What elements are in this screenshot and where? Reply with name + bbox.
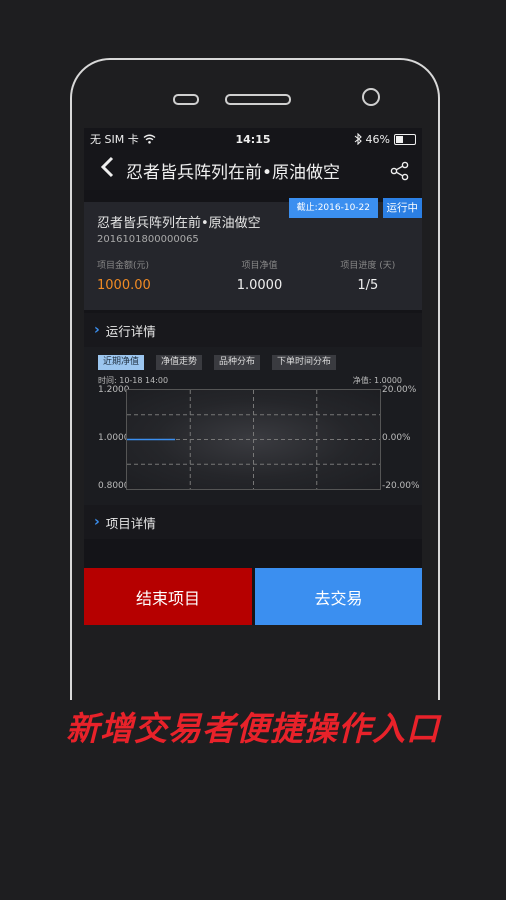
project-metrics: 项目金额(元) 1000.00 项目净值 1.0000 项目进度 (天) 1/5 [84, 258, 422, 293]
battery-icon [394, 133, 416, 145]
y-tick-left: 0.8000 [98, 481, 130, 491]
y-tick-left: 1.2000 [98, 385, 130, 395]
tab-nav-trend[interactable]: 净值走势 [156, 355, 203, 370]
tab-variety-distribution[interactable]: 品种分布 [214, 355, 261, 370]
share-icon[interactable] [390, 161, 410, 185]
metric-nav: 项目净值 1.0000 [205, 258, 313, 293]
tab-order-time-distribution[interactable]: 下单时间分布 [272, 355, 337, 370]
back-chevron-icon[interactable] [94, 156, 120, 184]
project-code: 2016101800000065 [97, 234, 199, 245]
end-project-button[interactable]: 结束项目 [84, 568, 252, 625]
metric-value: 1/5 [357, 278, 379, 293]
app-screen: 无 SIM 卡 14:15 46% 忍者皆兵阵列在前•原油做空 截止:2016-… [84, 128, 422, 625]
nav-chart: 近期净值 净值走势 品种分布 下单时间分布 时间: 10-18 14:00 净值… [84, 347, 422, 505]
phone-camera [362, 88, 380, 106]
metric-label: 项目进度 (天) [340, 261, 396, 271]
chart-svg [127, 390, 380, 489]
section-project-details[interactable]: › 项目详情 [84, 505, 422, 539]
metric-progress: 项目进度 (天) 1/5 [314, 258, 422, 293]
y-tick-right: -20.00% [382, 481, 420, 491]
project-card[interactable]: 截止:2016-10-22 运行中 忍者皆兵阵列在前•原油做空 20161018… [84, 198, 422, 310]
status-bar: 无 SIM 卡 14:15 46% [84, 128, 422, 150]
nav-bar: 忍者皆兵阵列在前•原油做空 [84, 150, 422, 190]
y-tick-left: 1.0000 [98, 433, 130, 443]
section-run-details[interactable]: › 运行详情 [84, 313, 422, 347]
phone-sensor [173, 94, 199, 105]
metric-value: 1000.00 [97, 278, 151, 293]
section-label: 项目详情 [105, 515, 156, 531]
chevron-right-icon: › [94, 514, 100, 530]
y-tick-right: 20.00% [382, 385, 417, 395]
deadline-badge: 截止:2016-10-22 [288, 198, 378, 218]
tab-recent-nav[interactable]: 近期净值 [98, 355, 145, 370]
action-bar: 结束项目 去交易 [84, 568, 422, 625]
metric-label: 项目金额(元) [97, 261, 150, 271]
y-tick-right: 0.00% [382, 433, 411, 443]
section-label: 运行详情 [105, 323, 156, 339]
chevron-right-icon: › [94, 322, 100, 338]
status-time: 14:15 [235, 132, 271, 146]
promo-caption: 新增交易者便捷操作入口 [66, 709, 440, 748]
chart-tabs: 近期净值 净值走势 品种分布 下单时间分布 [98, 355, 337, 370]
phone-speaker [225, 94, 291, 105]
go-trade-button[interactable]: 去交易 [255, 568, 422, 625]
metric-amount: 项目金额(元) 1000.00 [84, 258, 205, 293]
metric-value: 1.0000 [236, 278, 283, 293]
chart-plot-area [126, 389, 381, 490]
page-title: 忍者皆兵阵列在前•原油做空 [126, 162, 341, 183]
status-badge: 运行中 [382, 198, 422, 218]
project-name: 忍者皆兵阵列在前•原油做空 [97, 216, 261, 231]
metric-label: 项目净值 [241, 261, 278, 271]
